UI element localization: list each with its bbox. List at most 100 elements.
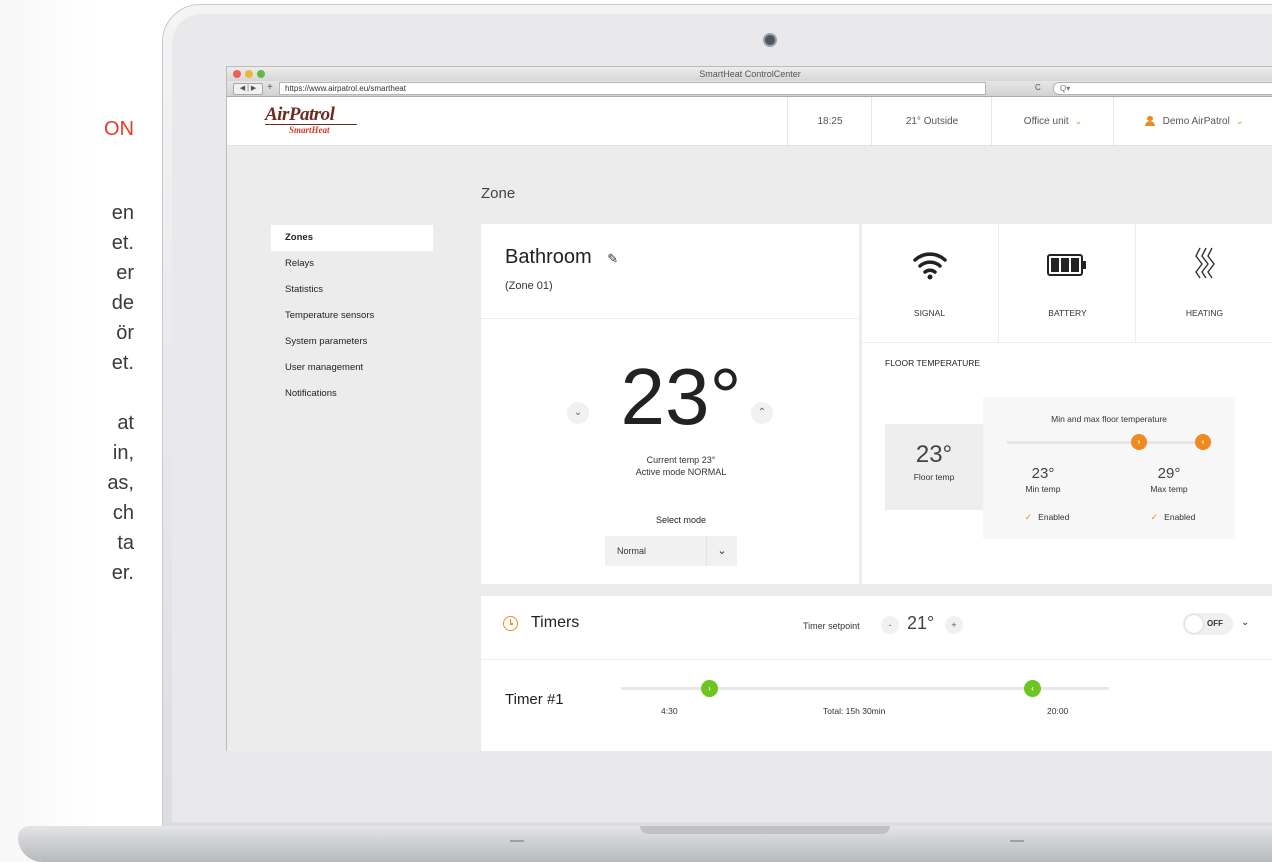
- address-bar[interactable]: https://www.airpatrol.eu/smartheat: [279, 82, 986, 95]
- divider: [481, 318, 859, 319]
- zone-name: Bathroom: [505, 246, 592, 268]
- divider: [861, 224, 862, 584]
- heating-waves-icon: [1195, 247, 1215, 279]
- chevron-down-icon: ⌄: [1235, 115, 1244, 126]
- sidebar-item-temperature-sensors[interactable]: Temperature sensors: [271, 303, 433, 329]
- article-line: as,: [107, 472, 134, 494]
- sidebar-item-zones[interactable]: Zones: [271, 225, 433, 251]
- back-forward-buttons[interactable]: ◀ | ▶: [233, 83, 263, 95]
- chevron-down-icon: ⌄: [1074, 115, 1083, 126]
- unit-selector-dropdown[interactable]: Office unit ⌄: [991, 97, 1114, 145]
- decrease-temp-button[interactable]: ⌄: [567, 402, 589, 424]
- zone-control-panel: Bathroom ✎ (Zone 01) ⌄ 23° ⌃ Current tem…: [481, 224, 859, 584]
- active-mode-text: Active mode NORMAL: [635, 467, 727, 477]
- sidebar-item-statistics[interactable]: Statistics: [271, 277, 433, 303]
- timer-end-time: 20:00: [1047, 706, 1069, 716]
- zone-status-panel: SIGNAL BATTERY HEATING FLOOR TEMPERATURE: [861, 224, 1272, 584]
- article-line: er.: [111, 562, 134, 584]
- min-max-floor-temp-card: Min and max floor temperature › ‹ 23° Mi…: [983, 397, 1235, 539]
- clock-icon: [503, 616, 518, 631]
- min-max-title: Min and max floor temperature: [1051, 414, 1167, 424]
- zone-code: (Zone 01): [505, 280, 553, 292]
- max-temp-slider-handle[interactable]: ‹: [1195, 434, 1211, 450]
- floor-temperature-title: FLOOR TEMPERATURE: [885, 358, 981, 368]
- background-article-text: ON en et. er de ör et. at in, as, ch ta …: [0, 0, 160, 862]
- max-temp-enabled-checkbox[interactable]: ✓ Enabled: [1133, 512, 1213, 523]
- timer-setpoint-value: 21°: [907, 613, 935, 633]
- app-header: AirPatrol SmartHeat 18:25 21° Outside Of…: [227, 97, 1272, 146]
- sidebar-item-notifications[interactable]: Notifications: [271, 381, 433, 407]
- max-enabled-label: Enabled: [1164, 512, 1196, 522]
- max-temp-readout: 29° Max temp: [1129, 465, 1209, 494]
- heating-status: HEATING: [1135, 224, 1272, 342]
- logo-subbrand-text: SmartHeat: [289, 125, 330, 135]
- battery-status: BATTERY: [998, 224, 1136, 342]
- timer-total-duration: Total: 15h 30min: [823, 706, 886, 716]
- signal-status: SIGNAL: [861, 224, 998, 342]
- min-temp-slider-handle[interactable]: ›: [1131, 434, 1147, 450]
- user-name: Demo AirPatrol: [1162, 115, 1230, 127]
- setpoint-decrease-button[interactable]: -: [881, 616, 899, 634]
- max-temp-value: 29°: [1157, 465, 1181, 482]
- reload-button[interactable]: C: [1035, 82, 1041, 94]
- heating-label: HEATING: [1185, 308, 1224, 318]
- browser-search-field[interactable]: Q▾: [1053, 82, 1272, 95]
- browser-titlebar: SmartHeat ControlCenter: [227, 67, 1272, 81]
- timers-panel: Timers Timer setpoint - 21° + OFF ⌄ Time…: [481, 596, 1272, 751]
- timer-setpoint-label: Timer setpoint: [803, 621, 860, 631]
- min-temp-label: Min temp: [1025, 484, 1061, 494]
- toggle-state-label: OFF: [1207, 619, 1223, 628]
- sidebar-nav: Zones Relays Statistics Temperature sens…: [271, 225, 433, 407]
- article-line: et.: [111, 352, 134, 374]
- close-window-button[interactable]: [233, 70, 241, 78]
- sidebar-item-system-parameters[interactable]: System parameters: [271, 329, 433, 355]
- battery-icon: [1047, 254, 1086, 276]
- battery-label: BATTERY: [1048, 308, 1087, 318]
- timer-start-handle[interactable]: ›: [701, 680, 718, 697]
- toggle-knob: [1185, 615, 1203, 633]
- laptop-notch: [640, 826, 890, 834]
- article-line: at: [117, 412, 134, 434]
- sidebar-item-user-management[interactable]: User management: [271, 355, 433, 381]
- timers-title: Timers: [531, 614, 580, 631]
- current-temp-text: Current temp 23°: [646, 455, 716, 465]
- floor-temp-label: Floor temp: [913, 472, 955, 482]
- edit-pencil-icon[interactable]: ✎: [607, 251, 618, 267]
- window-controls: [233, 70, 265, 78]
- zoom-window-button[interactable]: [257, 70, 265, 78]
- floor-temp-box: 23° Floor temp: [885, 424, 983, 510]
- article-line: ör: [116, 322, 134, 344]
- min-temp-enabled-checkbox[interactable]: ✓ Enabled: [1007, 512, 1087, 523]
- article-line: en: [111, 202, 134, 224]
- select-mode-label: Select mode: [655, 515, 707, 525]
- time-text: 18:25: [817, 115, 843, 127]
- airpatrol-logo[interactable]: AirPatrol SmartHeat: [265, 105, 365, 139]
- zone-name-heading: Bathroom ✎: [505, 246, 618, 269]
- current-temp-info: Current temp 23° Active mode NORMAL: [581, 454, 781, 478]
- unit-selector-label: Office unit: [1023, 115, 1069, 127]
- sidebar-item-relays[interactable]: Relays: [271, 251, 433, 277]
- chevron-down-icon[interactable]: ⌄: [706, 536, 737, 566]
- article-line: ta: [117, 532, 134, 554]
- checkmark-icon: ✓: [1150, 512, 1159, 522]
- setpoint-increase-button[interactable]: +: [945, 616, 963, 634]
- timer-name: Timer #1: [505, 691, 564, 708]
- user-icon: [1144, 116, 1155, 126]
- min-temp-value: 23°: [1031, 465, 1055, 482]
- chevron-down-icon[interactable]: ⌄: [1241, 617, 1249, 628]
- increase-temp-button[interactable]: ⌃: [751, 402, 773, 424]
- timer-end-handle[interactable]: ‹: [1024, 680, 1041, 697]
- header-time: 18:25: [787, 97, 872, 145]
- page-title: Zone: [481, 185, 516, 202]
- laptop-foot: [1010, 840, 1024, 842]
- timers-toggle-switch[interactable]: OFF: [1183, 613, 1233, 635]
- header-outside-temp: 21° Outside: [871, 97, 992, 145]
- article-line: ch: [112, 502, 134, 524]
- min-max-slider-track[interactable]: [1007, 441, 1207, 444]
- mode-select-dropdown[interactable]: Normal ⌄: [605, 536, 737, 566]
- new-tab-button[interactable]: +: [267, 83, 273, 93]
- selected-mode-value: Normal: [617, 546, 647, 556]
- user-menu-dropdown[interactable]: Demo AirPatrol ⌄: [1113, 97, 1272, 145]
- logo-underline: [265, 124, 357, 125]
- minimize-window-button[interactable]: [245, 70, 253, 78]
